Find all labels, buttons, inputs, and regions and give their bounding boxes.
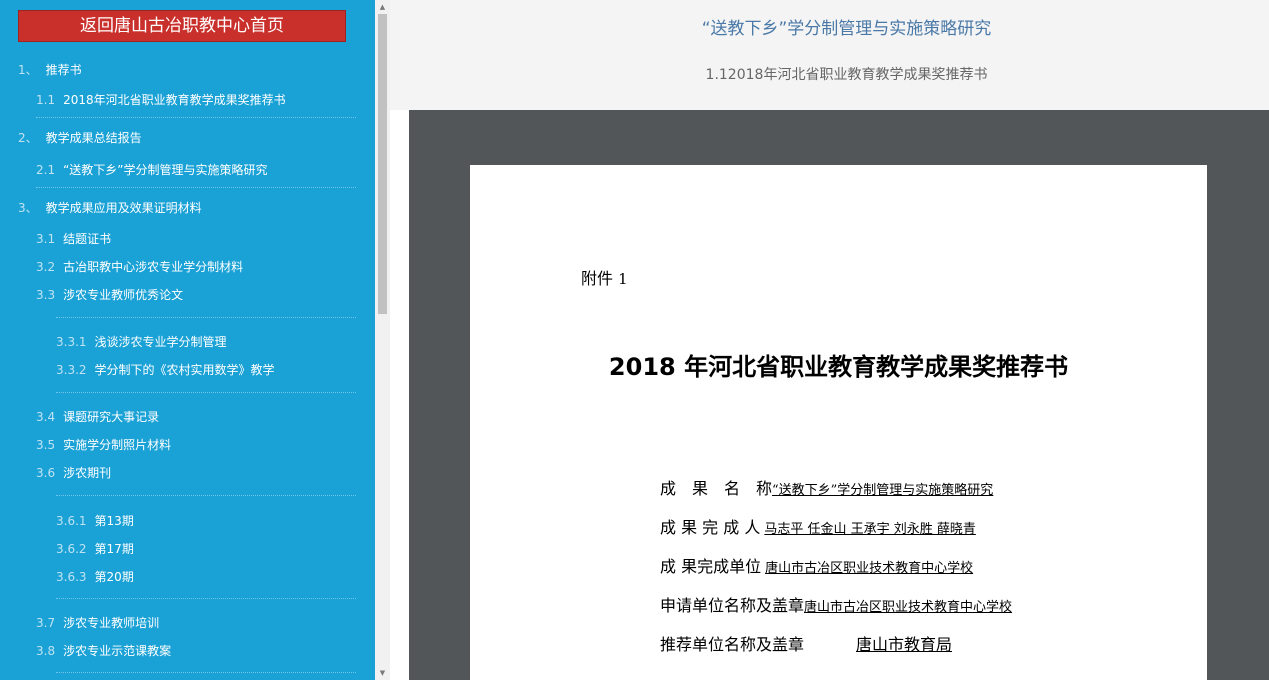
nav-label: 第20期 — [94, 570, 134, 584]
field-label: 推荐单位名称及盖章 — [660, 635, 805, 654]
nav-label: 第13期 — [94, 514, 134, 528]
document-page: 附件 1 2018 年河北省职业教育教学成果奖推荐书 成 果 名 称“送教下乡”… — [470, 165, 1207, 680]
nav-item-3[interactable]: 3、 教学成果应用及效果证明材料 — [18, 199, 202, 216]
nav-item-3-7[interactable]: 3.7 涉农专业教师培训 — [36, 614, 159, 631]
nav-item-2-1[interactable]: 2.1 “送教下乡”学分制管理与实施策略研究 — [36, 161, 268, 178]
nav-label: 涉农专业示范课教案 — [63, 644, 172, 658]
nav-item-3-3-2[interactable]: 3.3.2 学分制下的《农村实用数学》教学 — [56, 361, 275, 378]
nav-number: 3.6.3 — [56, 570, 87, 584]
nav-label: 实施学分制照片材料 — [63, 438, 172, 452]
content-header: “送教下乡”学分制管理与实施策略研究 1.12018年河北省职业教育教学成果奖推… — [390, 0, 1269, 110]
page-title: “送教下乡”学分制管理与实施策略研究 — [701, 19, 992, 39]
nav-number: 3.6.1 — [56, 514, 87, 528]
nav-label: 古冶职教中心涉农专业学分制材料 — [63, 260, 244, 274]
sidebar: 返回唐山古冶职教中心首页 1、 推荐书 1.1 2018年河北省职业教育教学成果奖推… — [0, 0, 375, 680]
field-achievement-name: 成 果 名 称“送教下乡”学分制管理与实施策略研究 — [660, 475, 993, 499]
nav-number: 3、 — [18, 201, 38, 215]
nav-label: 涉农专业教师培训 — [63, 616, 160, 630]
scroll-thumb[interactable] — [378, 14, 387, 314]
divider — [56, 392, 356, 393]
nav-item-3-8[interactable]: 3.8 涉农专业示范课教案 — [36, 642, 171, 659]
nav-item-3-2[interactable]: 3.2 古冶职教中心涉农专业学分制材料 — [36, 258, 243, 275]
nav-number: 3.4 — [36, 410, 56, 424]
field-applicant-unit: 申请单位名称及盖章唐山市古冶区职业技术教育中心学校 — [660, 592, 1012, 616]
divider — [56, 672, 356, 673]
nav-item-3-1[interactable]: 3.1 结题证书 — [36, 230, 111, 247]
page-subtitle: 1.12018年河北省职业教育教学成果奖推荐书 — [705, 67, 988, 83]
nav-number: 2.1 — [36, 163, 56, 177]
nav-item-3-6[interactable]: 3.6 涉农期刊 — [36, 464, 111, 481]
nav-label: 推荐书 — [45, 63, 82, 77]
nav-item-1-1[interactable]: 1.1 2018年河北省职业教育教学成果奖推荐书 — [36, 91, 286, 108]
nav-item-3-6-2[interactable]: 3.6.2 第17期 — [56, 540, 134, 557]
field-recommending-unit: 推荐单位名称及盖章 唐山市教育局 — [660, 631, 1042, 655]
nav-number: 3.3.2 — [56, 363, 87, 377]
divider — [56, 317, 356, 318]
nav-item-3-6-1[interactable]: 3.6.1 第13期 — [56, 512, 134, 529]
divider — [36, 117, 356, 118]
field-label: 成 果完成单位 — [660, 557, 762, 576]
nav-label: 教学成果总结报告 — [45, 131, 142, 145]
divider — [56, 495, 356, 496]
nav-label: 课题研究大事记录 — [63, 410, 160, 424]
nav-label: 第17期 — [94, 542, 134, 556]
attachment-text: 附件 — [581, 269, 614, 288]
nav-item-1[interactable]: 1、 推荐书 — [18, 61, 82, 78]
nav-label: 教学成果应用及效果证明材料 — [45, 201, 202, 215]
nav-number: 3.3 — [36, 288, 56, 302]
nav-number: 3.7 — [36, 616, 56, 630]
nav-number: 1.1 — [36, 93, 56, 107]
field-value: 唐山市古冶区职业技术教育中心学校 — [804, 600, 1013, 615]
field-value: 唐山市教育局 — [856, 635, 953, 654]
nav-label: 学分制下的《农村实用数学》教学 — [94, 363, 275, 377]
attachment-label: 附件 1 — [581, 265, 628, 289]
nav-label: 结题证书 — [63, 232, 112, 246]
nav-item-2[interactable]: 2、 教学成果总结报告 — [18, 129, 142, 146]
nav-label: 浅谈涉农专业学分制管理 — [94, 335, 227, 349]
field-completers: 成 果 完 成 人马志平 任金山 王承宇 刘永胜 薛晓青 — [660, 514, 976, 538]
nav-item-3-3[interactable]: 3.3 涉农专业教师优秀论文 — [36, 286, 183, 303]
divider — [36, 187, 356, 188]
nav-item-3-5[interactable]: 3.5 实施学分制照片材料 — [36, 436, 171, 453]
field-value: 马志平 任金山 王承宇 刘永胜 薛晓青 — [764, 522, 976, 537]
nav-label: “送教下乡”学分制管理与实施策略研究 — [63, 163, 268, 177]
nav-number: 3.6.2 — [56, 542, 87, 556]
nav-number: 3.1 — [36, 232, 56, 246]
nav-number: 1、 — [18, 63, 38, 77]
nav-item-3-6-3[interactable]: 3.6.3 第20期 — [56, 568, 134, 585]
nav-label: 涉农专业教师优秀论文 — [63, 288, 184, 302]
document-title: 2018 年河北省职业教育教学成果奖推荐书 — [608, 353, 1069, 381]
field-value: 唐山市古冶区职业技术教育中心学校 — [765, 561, 974, 576]
nav-label: 2018年河北省职业教育教学成果奖推荐书 — [63, 93, 286, 107]
scroll-up-arrow-icon[interactable]: ▲ — [375, 0, 390, 14]
home-button[interactable]: 返回唐山古冶职教中心首页 — [18, 10, 346, 42]
sidebar-scrollbar[interactable]: ▲ ▼ — [375, 0, 390, 680]
nav-number: 2、 — [18, 131, 38, 145]
nav-number: 3.5 — [36, 438, 56, 452]
field-value: “送教下乡”学分制管理与实施策略研究 — [772, 483, 994, 498]
nav-item-3-3-1[interactable]: 3.3.1 浅谈涉农专业学分制管理 — [56, 333, 227, 350]
nav-number: 3.8 — [36, 644, 56, 658]
nav-number: 3.3.1 — [56, 335, 87, 349]
nav-label: 涉农期刊 — [63, 466, 112, 480]
field-label: 成 果 完 成 人 — [660, 518, 761, 537]
field-label: 成 果 名 称 — [660, 479, 773, 498]
nav-number: 3.2 — [36, 260, 56, 274]
field-label: 申请单位名称及盖章 — [660, 596, 805, 615]
divider — [56, 598, 356, 599]
nav-item-3-4[interactable]: 3.4 课题研究大事记录 — [36, 408, 159, 425]
scroll-down-arrow-icon[interactable]: ▼ — [375, 666, 390, 680]
nav-number: 3.6 — [36, 466, 56, 480]
attachment-number: 1 — [618, 270, 628, 288]
field-completing-unit: 成 果完成单位 唐山市古冶区职业技术教育中心学校 — [660, 553, 973, 577]
